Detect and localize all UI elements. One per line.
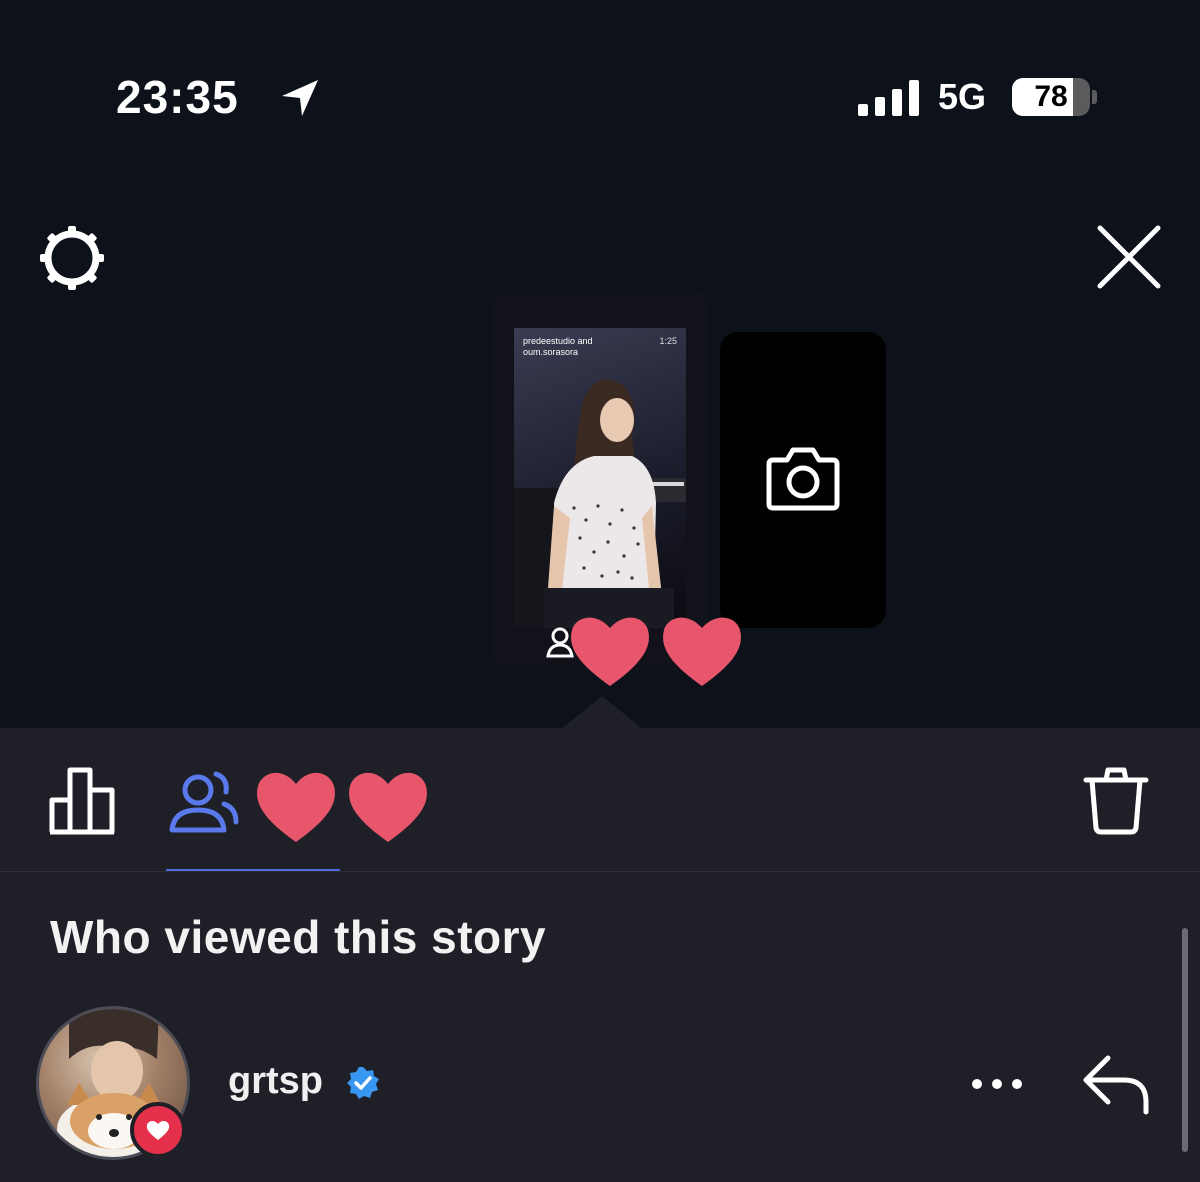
reply-icon[interactable] (1080, 1052, 1152, 1116)
status-time: 23:35 (116, 71, 239, 123)
location-arrow-icon (282, 80, 318, 116)
gear-icon[interactable] (36, 222, 108, 294)
close-icon[interactable] (1094, 224, 1164, 290)
add-story-camera-card[interactable] (720, 332, 886, 628)
story-timestamp: 1:25 (659, 336, 677, 346)
camera-icon (766, 447, 840, 511)
heart-sticker (257, 772, 335, 842)
story-thumbnail: predeestudio and oum.sorasora 1:25 (514, 328, 686, 628)
viewers-icon (169, 771, 239, 833)
heart-icon (146, 1121, 170, 1140)
heart-sticker (663, 617, 741, 686)
liked-badge (130, 1102, 186, 1158)
more-horizontal-icon[interactable] (970, 1072, 1024, 1096)
heart-sticker (571, 617, 649, 686)
battery-indicator: 78 (1012, 78, 1098, 118)
cellular-signal-icon (858, 80, 919, 116)
battery-percent: 78 (1034, 80, 1068, 113)
bar-chart-icon[interactable] (48, 766, 120, 836)
viewer-username[interactable]: grtsp (228, 1060, 323, 1103)
network-type: 5G (938, 76, 987, 117)
trash-icon[interactable] (1082, 764, 1150, 836)
viewer-list-item[interactable]: grtsp (0, 1002, 1200, 1182)
story-owner: predeestudio and oum.sorasora (523, 336, 593, 357)
verified-badge-icon (347, 1067, 379, 1099)
sheet-divider (0, 871, 1200, 872)
viewers-heading: Who viewed this story (50, 911, 547, 963)
sheet-pointer (560, 696, 644, 730)
heart-sticker (349, 772, 427, 842)
